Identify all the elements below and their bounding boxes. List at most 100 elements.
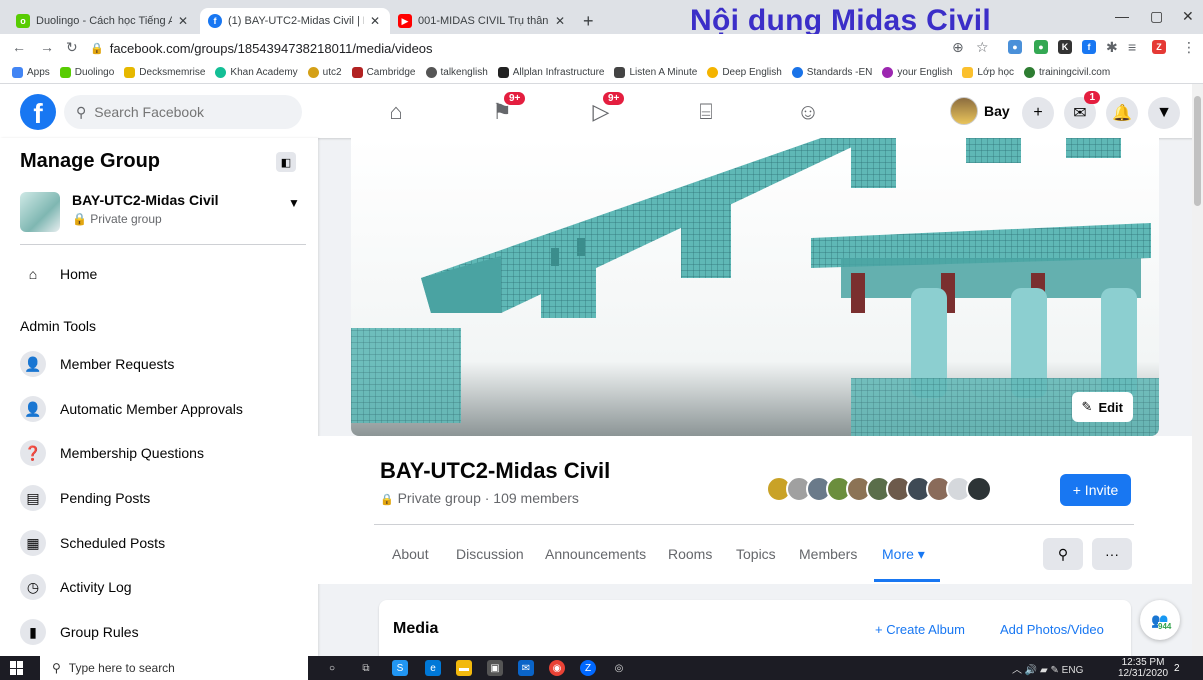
bookmark-item[interactable]: Cambridge [351, 67, 416, 78]
browser-menu-icon[interactable]: ⋮ [1182, 39, 1196, 56]
search-group-button[interactable]: ⚲ [1043, 538, 1083, 570]
home-nav-icon[interactable]: ⌂ [382, 98, 410, 126]
facebook-header: f ⚲ ⌂ ⚑9+ ▷9+ ⌸ ☺ Bay + ✉1 🔔 ▼ [0, 84, 1203, 138]
back-icon[interactable]: ← [12, 39, 26, 55]
bookmark-item[interactable]: Apps [12, 67, 50, 78]
extension-icon[interactable]: ● [1008, 40, 1022, 54]
bookmark-item[interactable]: talkenglish [425, 67, 488, 78]
member-avatars[interactable] [766, 476, 992, 502]
collapse-sidebar-icon[interactable]: ◧ [276, 152, 296, 172]
bookmark-item[interactable]: Duolingo [59, 67, 114, 78]
facebook-logo-icon[interactable]: f [20, 94, 56, 130]
bookmark-item[interactable]: Allplan Infrastructure [497, 67, 604, 78]
sidebar-item-pending-posts[interactable]: ▤ Pending Posts [20, 480, 310, 516]
network-icon: ▰ [1040, 665, 1048, 676]
bookmark-star-icon[interactable]: ☆ [976, 39, 989, 56]
close-window-button[interactable]: ✕ [1182, 8, 1194, 25]
extension-icon[interactable]: K [1058, 40, 1072, 54]
url-field[interactable]: 🔒 facebook.com/groups/1854394738218011/m… [90, 37, 690, 59]
bookmark-item[interactable]: Khan Academy [215, 67, 298, 78]
sidebar-item-member-requests[interactable]: 👤 Member Requests [20, 346, 310, 382]
create-album-link[interactable]: + Create Album [875, 622, 965, 637]
bookmark-item[interactable]: Standards -EN [791, 67, 872, 78]
windows-start-icon[interactable] [10, 661, 24, 675]
file-explorer-icon[interactable]: ▬ [456, 660, 472, 676]
search-box[interactable]: ⚲ [64, 95, 302, 129]
bookmark-item[interactable]: utc2 [307, 67, 342, 78]
tab-facebook-group[interactable]: f (1) BAY-UTC2-Midas Civil | Faceb ✕ [200, 8, 390, 34]
forward-icon[interactable]: → [40, 39, 54, 55]
edge-icon[interactable]: e [425, 660, 441, 676]
reload-icon[interactable]: ↻ [66, 39, 78, 56]
tab-rooms[interactable]: Rooms [668, 546, 712, 562]
new-tab-button[interactable]: + [583, 11, 594, 32]
bookmark-item[interactable]: Decksmemrise [124, 67, 205, 78]
chat-contacts-button[interactable]: 👥 944 [1140, 600, 1180, 640]
caret-down-icon[interactable]: ▼ [288, 196, 300, 210]
profile-extension-icon[interactable]: Z [1152, 40, 1166, 54]
sidebar-item-home[interactable]: ⌂ Home [20, 256, 310, 292]
tab-announcements[interactable]: Announcements [545, 546, 646, 562]
taskbar-clock[interactable]: 12:35 PM 12/31/2020 [1118, 657, 1168, 679]
close-tab-icon[interactable]: ✕ [370, 14, 380, 28]
bookmark-item[interactable]: your English [882, 67, 952, 78]
add-photos-video-link[interactable]: Add Photos/Video [1000, 622, 1104, 637]
group-switcher[interactable]: BAY-UTC2-Midas Civil 🔒 Private group ▼ [20, 190, 300, 234]
tab-more[interactable]: More ▾ [882, 546, 925, 563]
watch-nav-icon[interactable]: ▷ 9+ [587, 92, 625, 126]
chrome-icon[interactable]: ◉ [549, 660, 565, 676]
invite-button[interactable]: + Invite [1060, 474, 1131, 506]
extension-icon[interactable]: ● [1034, 40, 1048, 54]
sidebar-item-membership-questions[interactable]: ❓ Membership Questions [20, 435, 310, 471]
messenger-badge: 1 [1084, 91, 1100, 104]
tab-duolingo[interactable]: o Duolingo - Cách học Tiếng Anh t ✕ [8, 8, 198, 34]
skype-icon[interactable]: S [392, 660, 408, 676]
group-thumbnail [20, 192, 60, 232]
taskbar-search[interactable]: ⚲ Type here to search [40, 656, 308, 680]
bookmark-item[interactable]: Deep English [707, 67, 782, 78]
tab-members[interactable]: Members [799, 546, 857, 562]
close-tab-icon[interactable]: ✕ [178, 14, 188, 28]
reading-list-icon[interactable]: ≡ [1128, 39, 1136, 55]
cortana-icon[interactable]: ○ [324, 660, 340, 676]
obs-icon[interactable]: ◎ [611, 660, 627, 676]
profile-button[interactable]: Bay [950, 96, 1010, 126]
bookmark-item[interactable]: trainingcivil.com [1024, 67, 1110, 78]
tab-about[interactable]: About [392, 546, 429, 562]
marketplace-nav-icon[interactable]: ⌸ [692, 98, 720, 126]
more-options-button[interactable]: ··· [1092, 538, 1132, 570]
tab-youtube[interactable]: ▶ 001-MIDAS CIVIL Trụ thân cột ph ✕ [390, 8, 575, 34]
gaming-nav-icon[interactable]: ☺ [794, 98, 822, 126]
task-view-icon[interactable]: ⧉ [358, 660, 374, 676]
close-tab-icon[interactable]: ✕ [555, 14, 565, 28]
extensions-puzzle-icon[interactable]: ✱ [1106, 39, 1118, 56]
minimize-button[interactable]: — [1115, 8, 1129, 24]
sidebar-item-group-rules[interactable]: ▮ Group Rules [20, 614, 310, 650]
deep-english-icon [707, 67, 719, 78]
sidebar-item-scheduled-posts[interactable]: ▦ Scheduled Posts [20, 525, 310, 561]
extension-icon[interactable]: f [1082, 40, 1096, 54]
zalo-icon[interactable]: Z [580, 660, 596, 676]
sidebar-item-activity-log[interactable]: ◷ Activity Log [20, 569, 310, 605]
maximize-button[interactable]: ▢ [1150, 8, 1163, 25]
bell-icon: 🔔 [1112, 105, 1132, 122]
messenger-button[interactable]: ✉ 1 [1064, 91, 1100, 129]
bookmark-item[interactable]: Lớp học [962, 67, 1014, 78]
create-button[interactable]: + [1022, 97, 1054, 129]
notification-center-icon[interactable]: 2 [1174, 660, 1190, 676]
scrollbar-thumb[interactable] [1194, 96, 1201, 206]
mail-icon[interactable]: ✉ [518, 660, 534, 676]
system-tray[interactable]: ︿ 🔊 ▰ ✎ ENG [1012, 661, 1083, 676]
store-icon[interactable]: ▣ [487, 660, 503, 676]
bookmark-item[interactable]: Listen A Minute [614, 67, 697, 78]
groups-nav-icon[interactable]: ⚑ 9+ [488, 92, 526, 126]
account-menu-button[interactable]: ▼ [1148, 97, 1180, 129]
notifications-button[interactable]: 🔔 [1106, 97, 1138, 129]
tab-discussion[interactable]: Discussion [456, 546, 524, 562]
tab-topics[interactable]: Topics [736, 546, 776, 562]
sidebar-item-auto-approvals[interactable]: 👤 Automatic Member Approvals [20, 391, 310, 427]
edit-cover-button[interactable]: ✎ Edit [1071, 392, 1133, 422]
zoom-icon[interactable]: ⊕ [952, 39, 964, 56]
search-input[interactable] [94, 104, 285, 120]
page-scrollbar[interactable] [1192, 84, 1203, 656]
